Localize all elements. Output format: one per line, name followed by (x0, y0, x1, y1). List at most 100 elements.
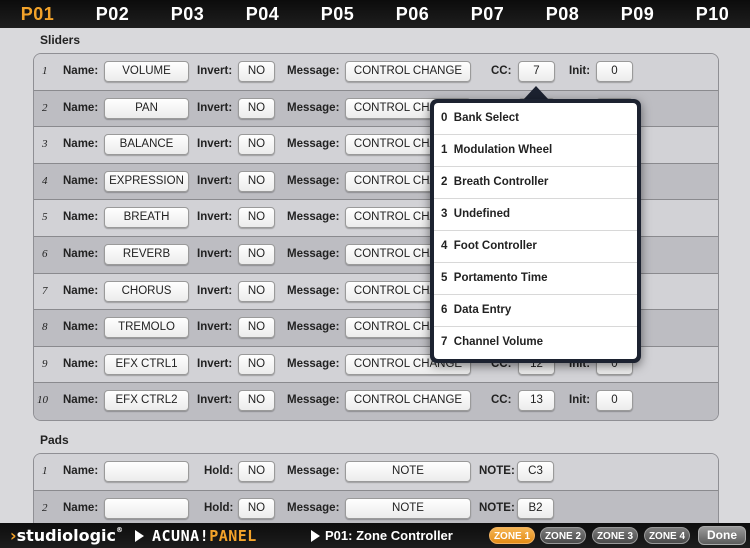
message-select[interactable]: NOTE (345, 497, 471, 519)
init-label: Init: (569, 394, 591, 407)
name-label: Name: (63, 321, 99, 334)
slider-name-field[interactable]: TREMOLO (104, 317, 189, 339)
preset-tab-p02[interactable]: P02 (75, 4, 150, 25)
init-field[interactable]: 0 (596, 390, 633, 412)
invert-toggle[interactable]: NO (238, 134, 275, 156)
pad-row: 1 Name: Hold: NO Message: NOTE NOTE: C3 (34, 454, 718, 491)
invert-toggle[interactable]: NO (238, 353, 275, 375)
row-index: 1 (42, 65, 48, 77)
zone-3-button[interactable]: ZONE 3 (592, 527, 638, 544)
row-index: 5 (42, 211, 48, 224)
slider-name-field[interactable]: REVERB (104, 243, 189, 265)
row-index: 8 (42, 321, 48, 334)
slider-name-field[interactable]: EFX CTRL2 (104, 390, 189, 412)
row-index: 4 (42, 174, 48, 187)
invert-toggle[interactable]: NO (238, 97, 275, 119)
studiologic-logo: ›studiologic® (10, 526, 123, 545)
slider-row: 10 Name: EFX CTRL2 Invert: NO Message: CONTROL… (34, 383, 718, 420)
message-label: Message: (287, 247, 340, 260)
message-select[interactable]: CONTROL CHANGE (345, 390, 471, 412)
cc-popover-arrow (523, 86, 549, 100)
cc-option[interactable]: 3 Undefined (434, 199, 637, 231)
preset-tab-p05[interactable]: P05 (300, 4, 375, 25)
zone-4-button[interactable]: ZONE 4 (644, 527, 690, 544)
zone-1-button[interactable]: ZONE 1 (489, 527, 535, 544)
row-index: 3 (42, 138, 48, 151)
slider-name-field[interactable]: BALANCE (104, 134, 189, 156)
row-index: 6 (42, 247, 48, 260)
init-label: Init: (569, 65, 591, 77)
slider-name-field[interactable]: CHORUS (104, 280, 189, 302)
brand-registered-mark: ® (115, 526, 123, 534)
cc-option[interactable]: 6 Data Entry (434, 295, 637, 327)
message-label: Message: (287, 321, 340, 334)
pad-name-field[interactable] (104, 461, 189, 482)
zone-2-button[interactable]: ZONE 2 (540, 527, 586, 544)
name-label: Name: (63, 284, 99, 297)
hold-label: Hold: (204, 501, 234, 514)
row-index: 9 (42, 357, 48, 370)
hold-toggle[interactable]: NO (238, 497, 275, 519)
preset-tab-p06[interactable]: P06 (375, 4, 450, 25)
invert-label: Invert: (197, 138, 233, 151)
slider-name-field[interactable]: PAN (104, 97, 189, 119)
cc-field[interactable]: 13 (518, 390, 555, 412)
cc-option[interactable]: 2 Breath Controller (434, 167, 637, 199)
preset-tab-p07[interactable]: P07 (450, 4, 525, 25)
init-field[interactable]: 0 (596, 61, 633, 82)
cc-label: CC: (491, 65, 512, 77)
slider-row: 1 Name: VOLUME Invert: NO Message: CONTROL CHA… (34, 54, 718, 91)
slider-name-field[interactable]: VOLUME (104, 61, 189, 82)
brand-name: studiologic (16, 526, 116, 545)
slider-name-field[interactable]: EFX CTRL1 (104, 353, 189, 375)
invert-toggle[interactable]: NO (238, 207, 275, 229)
bottom-bar: ›studiologic® ACUNA!PANEL P01: Zone Cont… (0, 523, 750, 548)
name-label: Name: (63, 465, 99, 477)
name-label: Name: (63, 65, 99, 77)
cc-option[interactable]: 5 Portamento Time (434, 263, 637, 295)
name-label: Name: (63, 357, 99, 370)
cc-field[interactable]: 7 (518, 61, 555, 82)
message-label: Message: (287, 501, 340, 514)
message-select[interactable]: CONTROL CHANGE (345, 61, 471, 82)
message-select[interactable]: NOTE (345, 461, 471, 482)
cc-popover: 0 Bank Select 1 Modulation Wheel 2 Breath … (430, 99, 641, 363)
message-label: Message: (287, 138, 340, 151)
row-index: 7 (42, 284, 48, 297)
hold-toggle[interactable]: NO (238, 461, 275, 482)
preset-tab-p04[interactable]: P04 (225, 4, 300, 25)
preset-tab-p09[interactable]: P09 (600, 4, 675, 25)
invert-toggle[interactable]: NO (238, 243, 275, 265)
invert-toggle[interactable]: NO (238, 61, 275, 82)
zone-title: P01: Zone Controller (325, 528, 453, 543)
cc-option[interactable]: 0 Bank Select (434, 103, 637, 135)
pad-name-field[interactable] (104, 497, 189, 519)
row-index: 2 (42, 101, 48, 114)
preset-tab-p01[interactable]: P01 (0, 4, 75, 25)
preset-tab-p03[interactable]: P03 (150, 4, 225, 25)
slider-name-field[interactable]: BREATH (104, 207, 189, 229)
name-label: Name: (63, 247, 99, 260)
invert-toggle[interactable]: NO (238, 317, 275, 339)
done-button[interactable]: Done (698, 526, 746, 545)
message-label: Message: (287, 174, 340, 187)
acuna-panel-logo: ACUNA!PANEL (152, 527, 257, 545)
row-index: 10 (37, 394, 48, 407)
note-label: NOTE: (479, 501, 515, 514)
name-label: Name: (63, 394, 99, 407)
preset-tab-p10[interactable]: P10 (675, 4, 750, 25)
note-field[interactable]: B2 (517, 497, 554, 519)
invert-label: Invert: (197, 247, 233, 260)
cc-option[interactable]: 7 Channel Volume (434, 327, 637, 359)
slider-name-field[interactable]: EXPRESSION (104, 170, 189, 192)
sliders-section-title: Sliders (40, 33, 81, 47)
note-field[interactable]: C3 (517, 461, 554, 482)
preset-tab-p08[interactable]: P08 (525, 4, 600, 25)
invert-toggle[interactable]: NO (238, 280, 275, 302)
invert-toggle[interactable]: NO (238, 390, 275, 412)
cc-option[interactable]: 1 Modulation Wheel (434, 135, 637, 167)
name-label: Name: (63, 174, 99, 187)
invert-toggle[interactable]: NO (238, 170, 275, 192)
cc-option[interactable]: 4 Foot Controller (434, 231, 637, 263)
invert-label: Invert: (197, 65, 233, 77)
